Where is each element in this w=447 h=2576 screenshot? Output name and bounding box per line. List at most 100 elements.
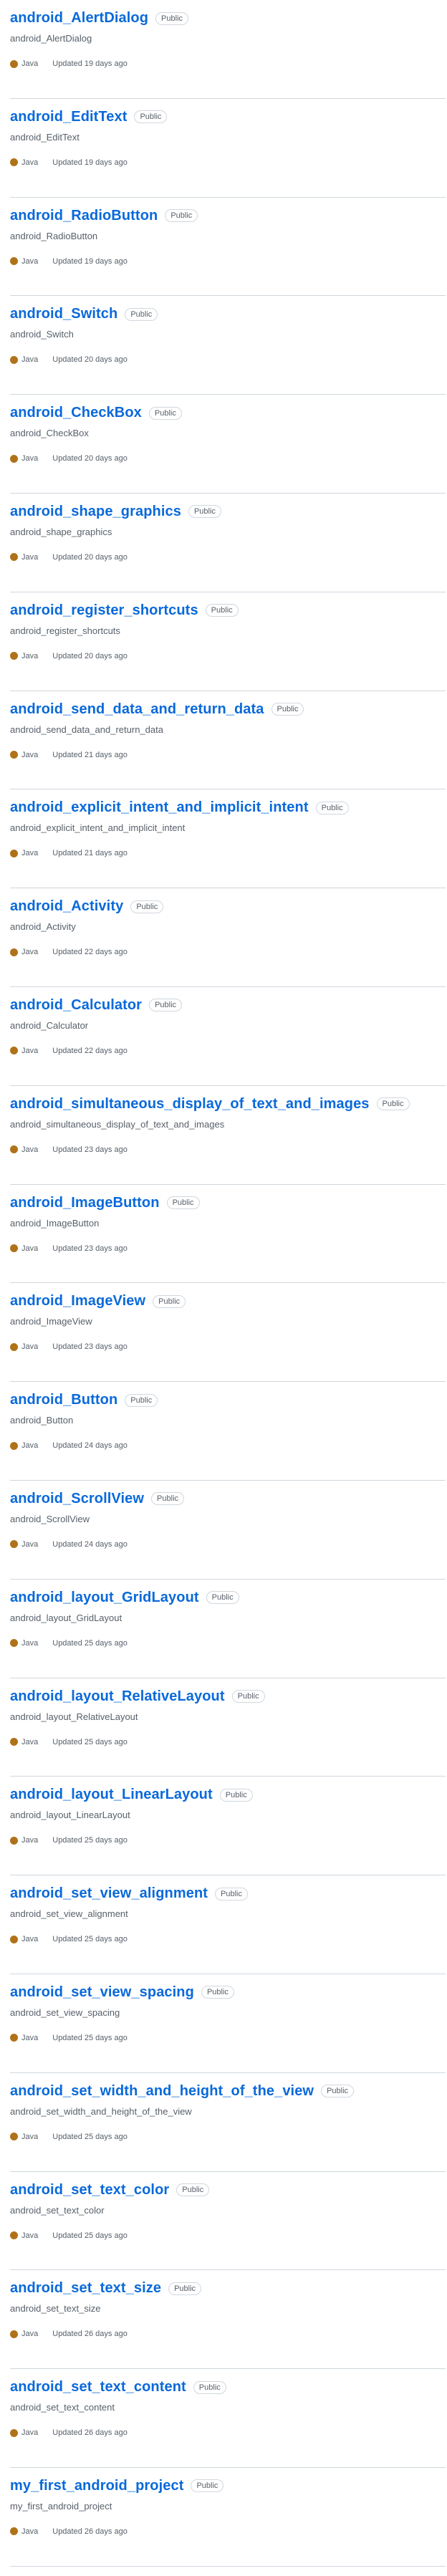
updated-time: Updated 25 days ago [52,1638,128,1648]
repository-description: android_ImageView [10,1316,92,1327]
repository-list-item: android_register_shortcuts Public androi… [10,592,446,691]
repository-description: android_CheckBox [10,428,89,439]
repository-list-item: android_EditText Public android_EditText… [10,99,446,198]
repository-name-link[interactable]: android_Button [10,1392,117,1408]
visibility-badge: Public [166,1196,200,1210]
repository-name-link[interactable]: android_set_text_color [10,2182,169,2198]
programming-language: Java [21,2527,39,2536]
repository-list-item: android_layout_LinearLayout Public andro… [10,1777,446,1876]
repository-list-item: android_AlertDialog Public android_Alert… [10,0,446,99]
repository-list-item: android_ImageView Public android_ImageVi… [10,1283,446,1383]
repository-meta: Java Updated 22 days ago [10,1047,128,1055]
repository-name-link[interactable]: android_AlertDialog [10,10,148,27]
repository-description: android_layout_GridLayout [10,1612,122,1623]
visibility-badge: Public [215,1887,248,1900]
repository-list-item: android_set_width_and_height_of_the_view… [10,2073,446,2172]
repository-title-row: android_CheckBox Public [10,405,182,421]
repository-name-link[interactable]: android_ImageButton [10,1195,160,1211]
repository-name-link[interactable]: android_set_text_size [10,2280,161,2297]
repository-name-link[interactable]: android_set_width_and_height_of_the_view [10,2083,314,2100]
repository-name-link[interactable]: android_Switch [10,306,117,322]
visibility-badge: Public [206,1591,239,1605]
repository-name-link[interactable]: android_register_shortcuts [10,602,198,619]
language-color-dot [10,2133,18,2141]
language-color-dot [10,1540,18,1549]
language-color-dot [10,2034,18,2042]
programming-language: Java [21,1638,39,1648]
repository-name-link[interactable]: android_set_view_spacing [10,1984,194,2001]
repository-name-link[interactable]: android_send_data_and_return_data [10,701,264,718]
repository-description: android_ScrollView [10,1513,90,1524]
repository-name-link[interactable]: android_ScrollView [10,1491,144,1507]
repository-name-link[interactable]: android_ImageView [10,1293,145,1309]
language-color-dot [10,1145,18,1154]
repository-title-row: android_ImageView Public [10,1293,186,1309]
repository-name-link[interactable]: android_Calculator [10,997,142,1014]
visibility-badge: Public [134,110,168,124]
updated-time: Updated 23 days ago [52,1342,128,1352]
language-color-dot [10,1935,18,1943]
repository-meta: Java Updated 21 days ago [10,849,128,857]
repository-name-link[interactable]: android_layout_GridLayout [10,1590,199,1606]
repository-name-link[interactable]: android_simultaneous_display_of_text_and… [10,1096,370,1112]
programming-language: Java [21,651,39,660]
visibility-badge: Public [155,11,189,25]
repository-title-row: android_ScrollView Public [10,1491,185,1507]
repository-list-item: android_simultaneous_display_of_text_and… [10,1086,446,1185]
repository-meta: Java Updated 25 days ago [10,1836,128,1845]
repository-title-row: android_set_text_size Public [10,2280,202,2297]
language-color-dot [10,751,18,759]
updated-time: Updated 20 days ago [52,651,128,660]
updated-time: Updated 19 days ago [52,256,128,266]
repository-description: android_set_text_color [10,2204,105,2216]
language-color-dot [10,1342,18,1351]
repository-name-link[interactable]: my_first_android_project [10,2478,183,2494]
repository-name-link[interactable]: android_CheckBox [10,405,142,421]
visibility-badge: Public [219,1788,253,1802]
repository-list-item: my_first_android_project Public my_first… [10,2468,446,2567]
repository-list-item: android_set_text_content Public android_… [10,2369,446,2468]
programming-language: Java [21,1342,39,1352]
repository-description: android_EditText [10,131,80,143]
language-color-dot [10,1441,18,1450]
language-color-dot [10,1047,18,1055]
repository-meta: Java Updated 23 days ago [10,1145,128,1154]
visibility-badge: Public [315,801,349,814]
repository-name-link[interactable]: android_EditText [10,109,127,125]
repository-name-link[interactable]: android_Activity [10,898,123,915]
repository-title-row: android_register_shortcuts Public [10,602,239,619]
repository-name-link[interactable]: android_shape_graphics [10,504,181,520]
repository-meta: Java Updated 24 days ago [10,1540,128,1549]
repository-name-link[interactable]: android_explicit_intent_and_implicit_int… [10,799,309,816]
repository-description: android_shape_graphics [10,526,112,537]
repository-name-link[interactable]: android_layout_LinearLayout [10,1787,213,1803]
visibility-badge: Public [201,1986,234,1999]
visibility-badge: Public [188,505,221,519]
language-color-dot [10,1639,18,1648]
repository-description: android_Button [10,1415,74,1426]
programming-language: Java [21,849,39,858]
updated-time: Updated 24 days ago [52,1539,128,1549]
visibility-badge: Public [125,307,158,321]
updated-time: Updated 20 days ago [52,454,128,463]
language-color-dot [10,454,18,463]
programming-language: Java [21,2132,39,2141]
visibility-badge: Public [153,1294,186,1308]
repository-name-link[interactable]: android_layout_RelativeLayout [10,1688,225,1705]
repository-list-item: android_Calculator Public android_Calcul… [10,987,446,1086]
repository-name-link[interactable]: android_set_view_alignment [10,1885,208,1902]
visibility-badge: Public [176,2183,210,2197]
repository-name-link[interactable]: android_set_text_content [10,2379,186,2395]
visibility-badge: Public [321,2085,355,2098]
visibility-badge: Public [130,900,164,913]
repository-description: android_send_data_and_return_data [10,724,163,735]
repository-description: android_set_width_and_height_of_the_view [10,2105,192,2117]
repository-name-link[interactable]: android_RadioButton [10,208,158,224]
language-color-dot [10,1836,18,1845]
repository-title-row: android_RadioButton Public [10,208,198,224]
repository-description: android_simultaneous_display_of_text_and… [10,1118,225,1130]
repository-list-item: android_send_data_and_return_data Public… [10,691,446,790]
language-color-dot [10,2527,18,2536]
repository-description: android_RadioButton [10,230,98,241]
updated-time: Updated 25 days ago [52,1836,128,1845]
